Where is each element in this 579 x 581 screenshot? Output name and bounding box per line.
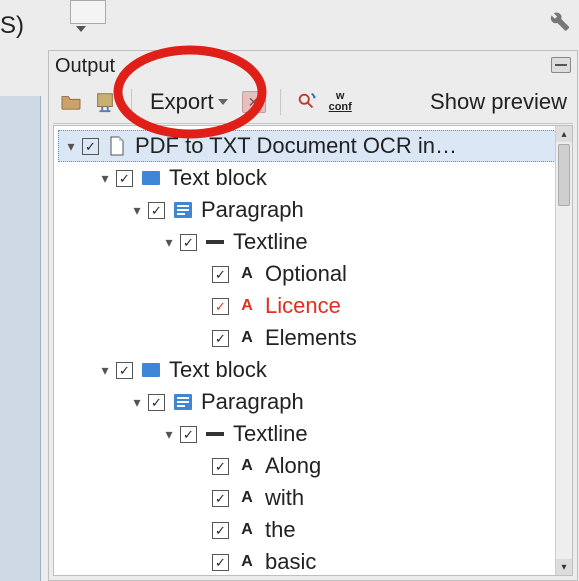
expand-toggle[interactable]: ▾: [130, 394, 144, 411]
toolbar-separator: [280, 89, 281, 115]
tree-row[interactable]: ▾ ✓ A Elements: [58, 322, 556, 354]
tree-row[interactable]: ▾ ✓ A Along: [58, 450, 556, 482]
tree-scrollbar[interactable]: ▴ ▾: [555, 126, 572, 575]
checkbox[interactable]: ✓: [212, 522, 229, 539]
tree-label: Paragraph: [201, 389, 304, 415]
tree-label: Optional: [265, 261, 347, 287]
tree-row[interactable]: ▾ ✓ Text block: [58, 162, 556, 194]
show-preview-button[interactable]: Show preview: [430, 89, 567, 115]
tree-row[interactable]: ▾ ✓ A Optional: [58, 258, 556, 290]
tree-label: Licence: [265, 293, 341, 319]
text-block-icon: [141, 360, 161, 380]
tree-label: Along: [265, 453, 321, 479]
expand-toggle[interactable]: ▾: [64, 138, 78, 155]
word-icon: A: [237, 456, 257, 476]
export-button[interactable]: Export: [146, 87, 232, 117]
document-tree[interactable]: ▾ ✓ PDF to TXT Document OCR in… ▾ ✓ Text…: [54, 126, 556, 575]
checkbox[interactable]: ✓: [116, 170, 133, 187]
tree-label: PDF to TXT Document OCR in…: [135, 133, 457, 159]
tree-row[interactable]: ▾ ✓ Paragraph: [58, 194, 556, 226]
tree-row[interactable]: ▾ ✓ A the: [58, 514, 556, 546]
folder-icon[interactable]: [59, 92, 83, 112]
expand-toggle[interactable]: ▾: [130, 202, 144, 219]
tree-label: Textline: [233, 421, 308, 447]
left-gutter: [0, 96, 41, 581]
wconf-label-bottom: conf: [329, 102, 352, 113]
text-block-icon: [141, 168, 161, 188]
output-toolbar: Export ✕ w conf Show preview: [53, 81, 573, 124]
tree-label: Text block: [169, 165, 267, 191]
checkbox[interactable]: ✓: [82, 138, 99, 155]
tree-label: with: [265, 485, 304, 511]
expand-toggle[interactable]: ▾: [98, 170, 112, 187]
tree-row[interactable]: ▾ ✓ Textline: [58, 418, 556, 450]
expand-toggle[interactable]: ▾: [98, 362, 112, 379]
tree-label: Paragraph: [201, 197, 304, 223]
tree-container: ▾ ✓ PDF to TXT Document OCR in… ▾ ✓ Text…: [53, 125, 573, 576]
word-icon: A: [237, 296, 257, 316]
tree-label: the: [265, 517, 296, 543]
expand-toggle[interactable]: ▾: [162, 234, 176, 251]
paragraph-icon: [173, 200, 193, 220]
minimize-icon[interactable]: [551, 57, 571, 73]
export-button-label: Export: [150, 89, 214, 115]
word-icon: A: [237, 520, 257, 540]
tree-label: Text block: [169, 357, 267, 383]
tree-label: Textline: [233, 229, 308, 255]
tree-row[interactable]: ▾ ✓ A Licence: [58, 290, 556, 322]
tree-label: basic: [265, 549, 316, 575]
checkbox[interactable]: ✓: [180, 234, 197, 251]
checkbox[interactable]: ✓: [212, 490, 229, 507]
title-dropdown-rect[interactable]: [70, 0, 106, 24]
clear-icon[interactable]: ✕: [242, 91, 266, 113]
expand-toggle[interactable]: ▾: [162, 426, 176, 443]
scrollbar-up[interactable]: ▴: [556, 126, 572, 142]
find-replace-icon[interactable]: [295, 92, 319, 112]
checkbox[interactable]: ✓: [212, 554, 229, 571]
checkbox[interactable]: ✓: [212, 458, 229, 475]
tree-row[interactable]: ▾ ✓ Text block: [58, 354, 556, 386]
tree-row-root[interactable]: ▾ ✓ PDF to TXT Document OCR in…: [58, 130, 556, 162]
checkbox[interactable]: ✓: [180, 426, 197, 443]
word-icon: A: [237, 488, 257, 508]
word-icon: A: [237, 328, 257, 348]
panel-title: Output: [55, 55, 115, 78]
window-title-fragment: S): [0, 12, 24, 40]
wrench-icon[interactable]: [545, 6, 571, 37]
toolbar-separator: [131, 89, 132, 115]
tree-row[interactable]: ▾ ✓ A basic: [58, 546, 556, 576]
wconf-button[interactable]: w conf: [329, 91, 352, 113]
textline-icon: [205, 232, 225, 252]
output-panel: Output Export ✕ w conf Show previ: [48, 50, 578, 581]
textline-icon: [205, 424, 225, 444]
word-icon: A: [237, 552, 257, 572]
scrollbar-thumb[interactable]: [558, 144, 570, 206]
chevron-down-icon: [218, 99, 228, 105]
title-dropdown-arrow[interactable]: [76, 26, 86, 32]
checkbox[interactable]: ✓: [212, 298, 229, 315]
checkbox[interactable]: ✓: [148, 202, 165, 219]
checkbox[interactable]: ✓: [116, 362, 133, 379]
tree-row[interactable]: ▾ ✓ Paragraph: [58, 386, 556, 418]
tree-row[interactable]: ▾ ✓ Textline: [58, 226, 556, 258]
save-hocr-icon[interactable]: [93, 92, 117, 112]
checkbox[interactable]: ✓: [212, 330, 229, 347]
word-icon: A: [237, 264, 257, 284]
checkbox[interactable]: ✓: [212, 266, 229, 283]
tree-row[interactable]: ▾ ✓ A with: [58, 482, 556, 514]
checkbox[interactable]: ✓: [148, 394, 165, 411]
paragraph-icon: [173, 392, 193, 412]
scrollbar-down[interactable]: ▾: [556, 559, 572, 575]
document-icon: [107, 136, 127, 156]
tree-label: Elements: [265, 325, 357, 351]
